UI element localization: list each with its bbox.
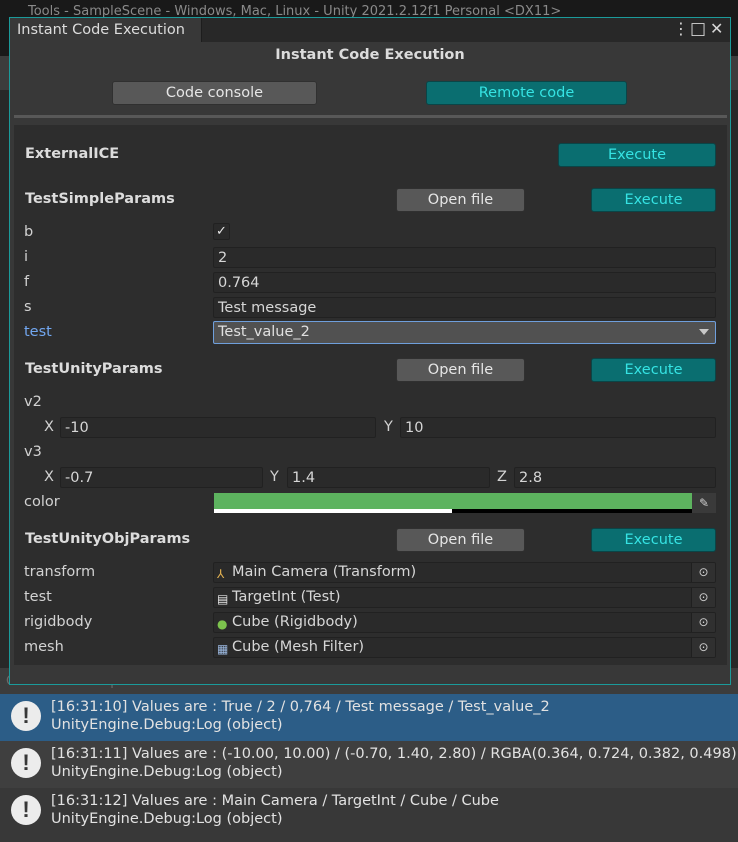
transform-icon: ⅄ xyxy=(217,567,225,581)
log-message: [16:31:12] Values are : Main Camera / Ta… xyxy=(51,793,499,809)
maximize-icon[interactable]: □ xyxy=(690,20,706,38)
param-label-test: test xyxy=(24,324,52,340)
object-picker-icon[interactable]: ⊙ xyxy=(691,563,715,582)
v3-y-label: Y xyxy=(270,469,279,485)
menu-icon[interactable]: ⋮ xyxy=(673,20,689,38)
execute-button[interactable]: Execute xyxy=(591,188,716,212)
console-log-list: ! [16:31:10] Values are : True / 2 / 0,7… xyxy=(0,694,738,842)
object-field-value: Cube (Mesh Filter) xyxy=(232,639,365,655)
instant-code-execution-window: Instant Code Execution ⋮ □ ✕ Instant Cod… xyxy=(9,17,731,685)
param-label-i: i xyxy=(24,249,29,265)
v3-x-label: X xyxy=(44,469,54,485)
param-label-rigidbody: rigidbody xyxy=(24,614,93,630)
log-stacktrace: UnityEngine.Debug:Log (object) xyxy=(51,811,283,827)
remote-code-button[interactable]: Remote code xyxy=(426,81,627,105)
section-title-externalice: ExternalICE xyxy=(25,146,120,162)
i-field[interactable]: 2 xyxy=(213,247,716,268)
rigidbody-icon: ● xyxy=(217,617,228,631)
log-message: [16:31:10] Values are : True / 2 / 0,764… xyxy=(51,699,550,715)
section-title-testunityparams: TestUnityParams xyxy=(25,361,163,377)
log-entry[interactable]: ! [16:31:10] Values are : True / 2 / 0,7… xyxy=(0,694,738,741)
eyedropper-icon[interactable]: ✎ xyxy=(692,493,716,513)
log-entry[interactable]: ! [16:31:12] Values are : Main Camera / … xyxy=(0,788,738,835)
object-picker-icon[interactable]: ⊙ xyxy=(691,588,715,607)
object-field-value: TargetInt (Test) xyxy=(232,589,341,605)
window-tabbar: Instant Code Execution ⋮ □ ✕ xyxy=(10,18,730,42)
info-icon: ! xyxy=(11,748,41,778)
execute-button[interactable]: Execute xyxy=(591,358,716,382)
param-label-mesh: mesh xyxy=(24,639,64,655)
object-field-value: Main Camera (Transform) xyxy=(232,564,417,580)
object-picker-icon[interactable]: ⊙ xyxy=(691,638,715,657)
v3-z-field[interactable]: 2.8 xyxy=(514,467,716,488)
execute-button[interactable]: Execute xyxy=(591,528,716,552)
mesh-icon: ▦ xyxy=(217,642,229,656)
object-field-value: Cube (Rigidbody) xyxy=(232,614,358,630)
param-label-test: test xyxy=(24,589,52,605)
code-console-button[interactable]: Code console xyxy=(112,81,317,105)
close-icon[interactable]: ✕ xyxy=(710,20,723,38)
chevron-down-icon xyxy=(699,329,709,335)
v3-z-label: Z xyxy=(497,469,507,485)
open-file-button[interactable]: Open file xyxy=(396,528,525,552)
divider xyxy=(14,115,727,118)
mesh-object-field[interactable]: ▦ Cube (Mesh Filter) ⊙ xyxy=(213,637,716,658)
v3-x-field[interactable]: -0.7 xyxy=(60,467,263,488)
param-label-color: color xyxy=(24,494,60,510)
rigidbody-object-field[interactable]: ● Cube (Rigidbody) ⊙ xyxy=(213,612,716,633)
color-swatch[interactable] xyxy=(214,493,692,509)
v2-y-field[interactable]: 10 xyxy=(400,417,716,438)
page-title: Instant Code Execution xyxy=(275,47,465,63)
alpha-fill xyxy=(214,509,453,513)
b-checkbox[interactable]: ✓ xyxy=(213,223,230,240)
execute-button[interactable]: Execute xyxy=(558,143,716,167)
info-icon: ! xyxy=(11,701,41,731)
test-dropdown[interactable]: Test_value_2 xyxy=(213,321,716,344)
param-label-v3: v3 xyxy=(24,444,42,460)
test-object-field[interactable]: ▤ TargetInt (Test) ⊙ xyxy=(213,587,716,608)
log-stacktrace: UnityEngine.Debug:Log (object) xyxy=(51,764,283,780)
param-label-b: b xyxy=(24,224,34,240)
transform-object-field[interactable]: ⅄ Main Camera (Transform) ⊙ xyxy=(213,562,716,583)
script-icon: ▤ xyxy=(217,592,229,606)
s-field[interactable]: Test message xyxy=(213,297,716,318)
log-entry[interactable]: ! [16:31:11] Values are : (-10.00, 10.00… xyxy=(0,741,738,788)
window-tab[interactable]: Instant Code Execution xyxy=(10,18,202,42)
log-stacktrace: UnityEngine.Debug:Log (object) xyxy=(51,717,283,733)
v2-x-field[interactable]: -10 xyxy=(60,417,376,438)
f-field[interactable]: 0.764 xyxy=(213,272,716,293)
open-file-button[interactable]: Open file xyxy=(396,358,525,382)
code-list: ExternalICE Execute TestSimpleParams Ope… xyxy=(14,125,727,665)
alpha-bar xyxy=(214,509,692,513)
param-label-f: f xyxy=(24,274,30,290)
section-title-testunityobjparams: TestUnityObjParams xyxy=(25,531,191,547)
param-label-s: s xyxy=(24,299,32,315)
v2-y-label: Y xyxy=(384,419,393,435)
log-message: [16:31:11] Values are : (-10.00, 10.00) … xyxy=(51,746,737,762)
object-picker-icon[interactable]: ⊙ xyxy=(691,613,715,632)
dropdown-value: Test_value_2 xyxy=(218,324,310,340)
param-label-v2: v2 xyxy=(24,394,42,410)
open-file-button[interactable]: Open file xyxy=(396,188,525,212)
info-icon: ! xyxy=(11,795,41,825)
v3-y-field[interactable]: 1.4 xyxy=(287,467,490,488)
v2-x-label: X xyxy=(44,419,54,435)
section-title-testsimpleparams: TestSimpleParams xyxy=(25,191,175,207)
param-label-transform: transform xyxy=(24,564,96,580)
